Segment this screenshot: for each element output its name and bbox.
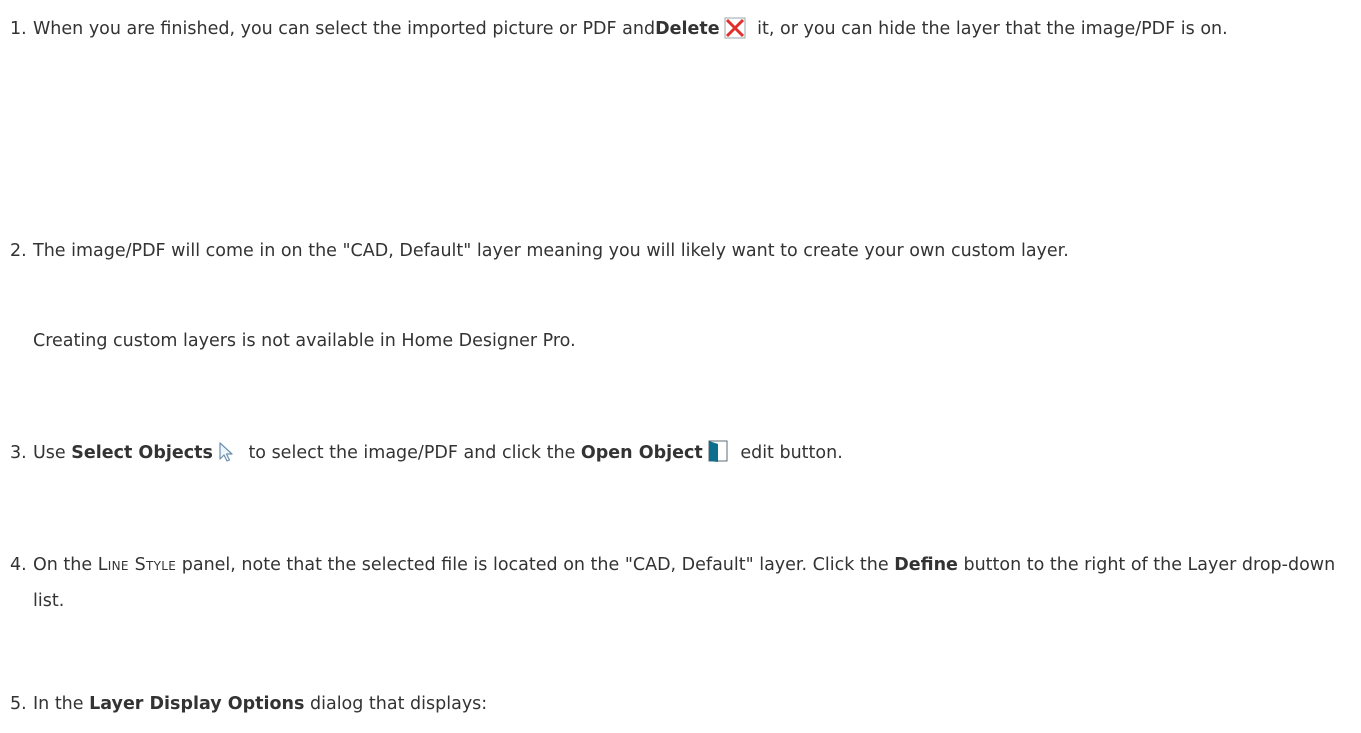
step-2: 2. The image/PDF will come in on the "CA… xyxy=(10,233,1351,269)
step-text: When you are finished, you can select th… xyxy=(33,11,1351,52)
step-number: 2. xyxy=(10,241,27,261)
step-number: 5. xyxy=(10,694,27,714)
note-text: Creating custom layers is not available … xyxy=(33,331,576,351)
define-label: Define xyxy=(894,555,958,575)
step-3: 3. Use Select Objects to select the imag… xyxy=(10,435,1351,476)
step-5: 5. In the Layer Display Options dialog t… xyxy=(10,686,1351,722)
open-object-label: Open Object xyxy=(580,443,703,463)
step-text: On the Line Style panel, note that the s… xyxy=(33,555,1336,611)
step-1: 1. When you are finished, you can select… xyxy=(10,11,1351,52)
select-objects-label: Select Objects xyxy=(71,443,213,463)
step-text: Use Select Objects to select the image/P… xyxy=(33,435,1351,476)
step-number: 1. xyxy=(10,19,27,39)
select-objects-arrow-icon xyxy=(217,440,237,476)
step-text: The image/PDF will come in on the "CAD, … xyxy=(33,241,1069,261)
delete-label: Delete xyxy=(655,19,720,39)
step-text: In the Layer Display Options dialog that… xyxy=(33,694,488,714)
open-object-icon xyxy=(707,439,729,476)
delete-icon xyxy=(724,16,746,52)
step-number: 3. xyxy=(10,443,27,463)
step-number: 4. xyxy=(10,555,27,575)
layer-display-options-label: Layer Display Options xyxy=(89,694,305,714)
line-style-panel-name: Line Style xyxy=(97,555,177,575)
step-4: 4. On the Line Style panel, note that th… xyxy=(10,547,1351,619)
